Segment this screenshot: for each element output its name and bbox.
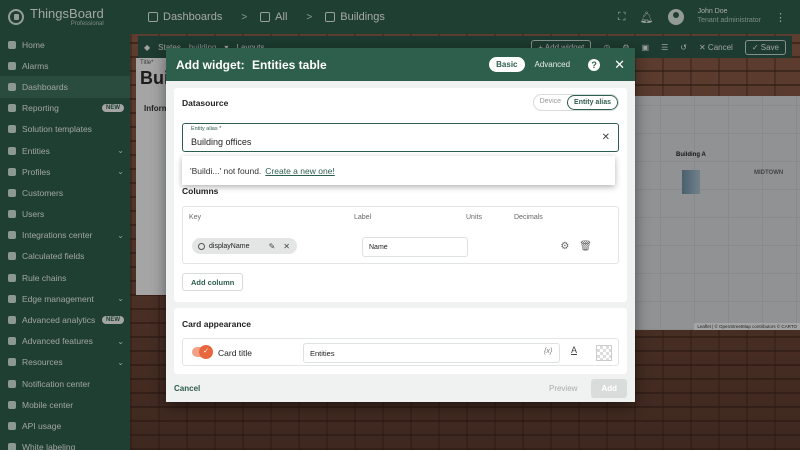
delete-icon[interactable]: 🗑︎ [579, 241, 592, 252]
card-title-input[interactable]: Entities [303, 343, 560, 363]
clear-icon[interactable]: ✕ [602, 132, 610, 143]
column-header-decimals: Decimals [514, 214, 543, 221]
entity-alias-input[interactable]: Building offices [191, 137, 251, 147]
remove-icon[interactable]: ✕ [283, 242, 290, 251]
columns-table: Key Label Units Decimals displayName ✎ ✕… [182, 206, 619, 264]
function-icon[interactable]: {x} [544, 348, 552, 355]
add-widget-dialog: Add widget: Entities table Basic Advance… [166, 48, 635, 402]
dialog-footer: Cancel Preview Add [166, 374, 635, 402]
datasource-panel: Datasource Device Entity alias Entity al… [174, 88, 627, 302]
dialog-title-widget: Entities table [252, 57, 327, 72]
close-icon[interactable]: ✕ [614, 57, 625, 73]
card-appearance-title: Card appearance [182, 319, 251, 329]
settings-icon[interactable]: ⚙ [560, 241, 569, 252]
edit-icon[interactable]: ✎ [269, 242, 276, 251]
entity-alias-label: Entity alias * [191, 126, 222, 132]
add-button[interactable]: Add [591, 378, 627, 398]
not-found-text: 'Buildi...' not found. [190, 165, 262, 176]
entity-alias-field[interactable]: Entity alias * Building offices ✕ [182, 123, 619, 152]
preview-button[interactable]: Preview [541, 380, 585, 397]
data-key-icon [198, 242, 205, 250]
mode-basic-button[interactable]: Basic [489, 57, 525, 72]
column-header-label: Label [354, 214, 372, 221]
columns-title: Columns [182, 186, 219, 196]
dialog-title: Add widget: Entities table [176, 58, 327, 72]
type-device-button[interactable]: Device [534, 95, 567, 110]
help-icon[interactable]: ? [588, 58, 601, 71]
cancel-button[interactable]: Cancel [174, 384, 200, 393]
column-header-units: Units [466, 214, 482, 221]
dialog-title-prefix: Add widget: [176, 57, 245, 72]
dialog-header: Add widget: Entities table Basic Advance… [166, 48, 635, 81]
alias-autocomplete-panel: 'Buildi...' not found. Create a new one! [182, 156, 615, 185]
card-title-label: Card title [218, 348, 253, 358]
key-chip-label: displayName [209, 242, 250, 250]
card-title-row: Card title Entities {x} A [182, 338, 619, 366]
color-picker-icon[interactable] [596, 345, 612, 361]
card-title-toggle[interactable] [192, 345, 213, 359]
column-label-input[interactable]: Name [362, 237, 468, 257]
datasource-title: Datasource [182, 98, 229, 108]
type-alias-button[interactable]: Entity alias [567, 95, 618, 110]
add-column-button[interactable]: Add column [182, 273, 244, 291]
mode-advanced-button[interactable]: Advanced [531, 57, 575, 72]
card-appearance-panel: Card appearance Card title Entities {x} … [174, 308, 627, 374]
dialog-body: Datasource Device Entity alias Entity al… [174, 88, 627, 374]
column-header-key: Key [189, 214, 202, 221]
mode-toggle: Basic Advanced [489, 57, 574, 72]
font-settings-icon[interactable]: A [571, 345, 577, 355]
key-chip[interactable]: displayName ✎ ✕ [192, 238, 297, 254]
create-alias-link[interactable]: Create a new one! [265, 166, 334, 176]
datasource-type-toggle: Device Entity alias [532, 94, 619, 111]
